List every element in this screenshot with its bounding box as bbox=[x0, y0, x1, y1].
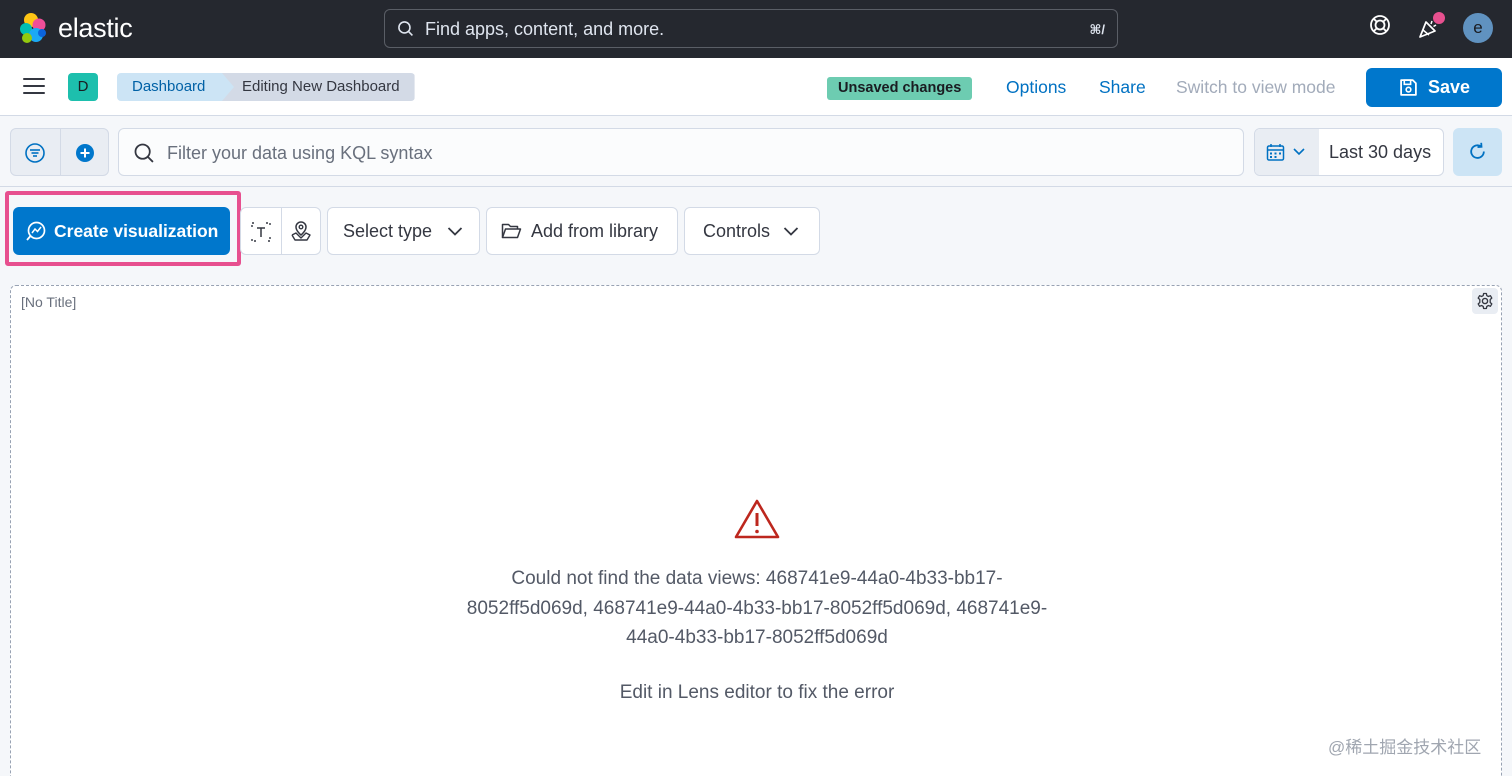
add-from-library-label: Add from library bbox=[531, 221, 659, 241]
select-type-label: Select type bbox=[343, 221, 433, 241]
save-button-label: Save bbox=[1428, 77, 1471, 97]
maps-icon[interactable] bbox=[290, 220, 312, 242]
breadcrumb-current: Editing New Dashboard bbox=[222, 73, 415, 101]
search-icon bbox=[134, 143, 154, 163]
refresh-button[interactable] bbox=[1453, 128, 1502, 176]
share-link[interactable]: Share bbox=[1099, 77, 1146, 98]
app-header: D Dashboard Editing New Dashboard Unsave… bbox=[0, 58, 1512, 116]
dashboard-panel[interactable]: [No Title] Could not find the data views… bbox=[10, 285, 1502, 776]
create-visualization-button[interactable]: Create visualization bbox=[13, 207, 230, 255]
options-link[interactable]: Options bbox=[1006, 77, 1066, 98]
select-type-dropdown[interactable]: Select type bbox=[327, 207, 480, 255]
breadcrumb-dashboard[interactable]: Dashboard bbox=[117, 73, 235, 101]
add-from-library-button[interactable]: Add from library bbox=[486, 207, 678, 255]
calendar-icon bbox=[1266, 144, 1285, 161]
search-icon bbox=[398, 21, 413, 36]
error-message: Could not find the data views: 468741e9-… bbox=[466, 568, 1048, 648]
error-hint: Edit in Lens editor to fix the error bbox=[619, 682, 895, 703]
kql-placeholder: Filter your data using KQL syntax bbox=[167, 143, 433, 163]
filter-button-group bbox=[10, 128, 109, 176]
menu-icon[interactable] bbox=[23, 78, 45, 96]
controls-dropdown[interactable]: Controls bbox=[684, 207, 820, 255]
help-icon[interactable] bbox=[1369, 14, 1391, 36]
notification-dot bbox=[1433, 12, 1445, 24]
global-search-input[interactable]: Find apps, content, and more. ⌘/ bbox=[384, 9, 1118, 48]
date-picker[interactable]: Last 30 days bbox=[1254, 128, 1444, 176]
controls-label: Controls bbox=[703, 221, 771, 241]
filter-icon[interactable] bbox=[24, 142, 46, 164]
chevron-down-icon bbox=[1293, 148, 1305, 156]
warning-icon bbox=[734, 499, 780, 539]
global-header: elastic Find apps, content, and more. ⌘/… bbox=[0, 0, 1512, 58]
refresh-icon bbox=[1470, 142, 1485, 159]
gear-icon bbox=[1477, 292, 1493, 310]
global-search-placeholder: Find apps, content, and more. bbox=[425, 19, 665, 39]
chevron-down-icon bbox=[447, 227, 463, 236]
quick-add-group bbox=[240, 207, 321, 255]
switch-to-view-mode-link[interactable]: Switch to view mode bbox=[1176, 77, 1336, 98]
elastic-logo-icon bbox=[20, 13, 46, 43]
unsaved-changes-badge: Unsaved changes bbox=[827, 77, 973, 100]
add-filter-icon[interactable] bbox=[74, 142, 96, 164]
text-panel-icon[interactable] bbox=[250, 221, 272, 243]
watermark: @稀土掘金技术社区 bbox=[1328, 738, 1482, 757]
panel-title: [No Title] bbox=[21, 294, 77, 310]
divider bbox=[0, 186, 1512, 187]
kql-query-input[interactable]: Filter your data using KQL syntax bbox=[118, 128, 1244, 176]
save-icon bbox=[1400, 79, 1417, 96]
brand-name: elastic bbox=[58, 12, 133, 43]
chevron-down-icon bbox=[783, 227, 799, 236]
elastic-logo[interactable]: elastic bbox=[18, 12, 133, 44]
space-avatar[interactable]: D bbox=[68, 73, 98, 101]
lens-icon bbox=[26, 221, 46, 241]
user-avatar[interactable]: e bbox=[1463, 13, 1493, 43]
date-range-label: Last 30 days bbox=[1329, 142, 1432, 162]
create-visualization-label: Create visualization bbox=[54, 221, 219, 241]
folder-open-icon bbox=[501, 223, 522, 239]
save-button[interactable]: Save bbox=[1366, 68, 1502, 107]
quick-menu-button[interactable] bbox=[1255, 129, 1319, 175]
search-shortcut: ⌘/ bbox=[1089, 22, 1105, 37]
panel-options-button[interactable] bbox=[1472, 288, 1498, 314]
